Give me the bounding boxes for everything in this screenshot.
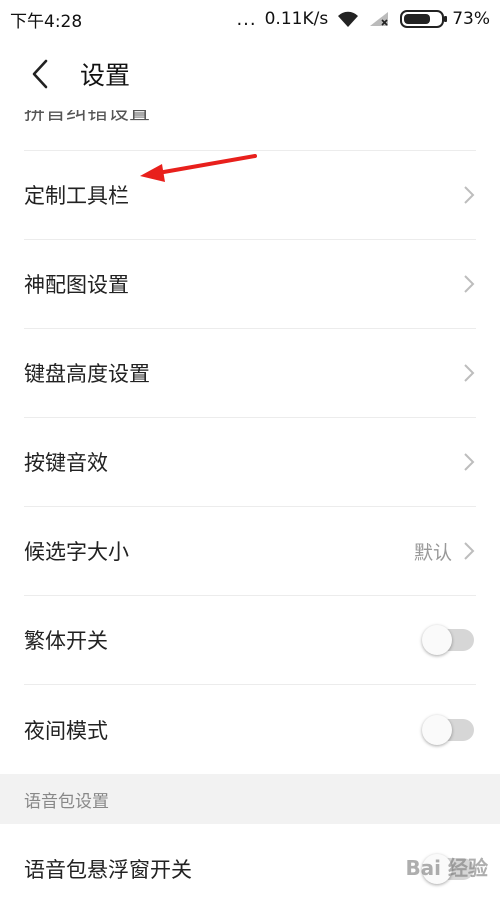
status-icons: ... 0.11K/s 73% <box>236 9 490 30</box>
traditional-toggle[interactable] <box>422 625 474 655</box>
chevron-right-icon <box>464 364 475 382</box>
list-item-label: 键盘高度设置 <box>24 362 150 386</box>
toggle-knob <box>422 714 452 745</box>
battery-percent: 73% <box>452 9 490 29</box>
chevron-right-icon <box>464 186 475 204</box>
list-item-partial[interactable]: 拼音纠错设置 <box>24 110 476 151</box>
status-bar: 下午4:28 ... 0.11K/s 73% <box>0 0 500 38</box>
list-item-candidate-size[interactable]: 候选字大小 默认 <box>24 507 476 596</box>
list-item-key-sound[interactable]: 按键音效 <box>24 418 476 507</box>
signal-icon <box>370 12 389 26</box>
toggle-knob <box>422 625 452 655</box>
settings-list: 拼音纠错设置 定制工具栏 神配图设置 键盘高度设置 按键音效 候选字大小 默认 … <box>0 110 500 913</box>
nav-bar: 设置 <box>0 38 500 110</box>
section-header-voice: 语音包设置 <box>0 774 500 824</box>
list-item-label: 繁体开关 <box>24 629 108 653</box>
more-dots: ... <box>236 8 257 30</box>
watermark: Bai 经验 <box>405 856 488 880</box>
list-item-keyboard-height[interactable]: 键盘高度设置 <box>24 329 476 418</box>
candidate-size-value: 默认 <box>413 541 452 564</box>
list-item-label: 定制工具栏 <box>24 184 129 208</box>
status-time: 下午4:28 <box>10 11 83 32</box>
chevron-right-icon <box>464 275 475 293</box>
page-title: 设置 <box>80 61 131 90</box>
list-item-label: 夜间模式 <box>24 718 108 743</box>
list-item-label: 神配图设置 <box>24 273 129 297</box>
wifi-icon <box>338 11 359 27</box>
night-mode-toggle[interactable] <box>422 714 474 745</box>
list-item-label: 拼音纠错设置 <box>24 110 150 124</box>
chevron-right-icon <box>464 542 475 560</box>
list-item-traditional: 繁体开关 <box>24 596 476 685</box>
row-right: 默认 <box>414 538 476 565</box>
list-item-label: 候选字大小 <box>24 540 129 564</box>
list-item-sticker[interactable]: 神配图设置 <box>24 240 476 329</box>
back-button[interactable] <box>0 38 80 110</box>
chevron-right-icon <box>464 453 475 471</box>
back-arrow-icon <box>32 59 48 89</box>
list-item-label: 语音包悬浮窗开关 <box>24 857 192 882</box>
list-item-night-mode: 夜间模式 <box>24 685 476 774</box>
list-item-toolbar[interactable]: 定制工具栏 <box>24 151 476 240</box>
battery-icon <box>400 10 448 28</box>
network-speed: 0.11K/s <box>264 9 329 29</box>
list-item-label: 按键音效 <box>24 451 108 475</box>
